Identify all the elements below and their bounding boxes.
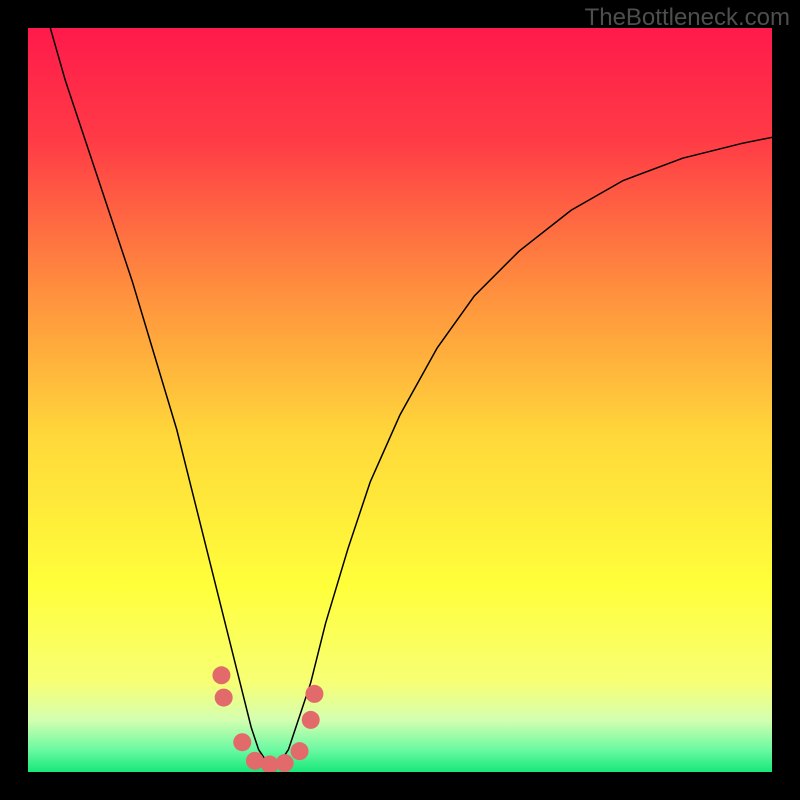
marker-dot	[233, 733, 251, 751]
marker-dot	[276, 754, 294, 772]
marker-dot	[212, 666, 230, 684]
marker-dot	[291, 742, 309, 760]
marker-dot	[215, 689, 233, 707]
marker-dot	[302, 711, 320, 729]
marker-dot	[305, 685, 323, 703]
chart-plot-area	[28, 28, 772, 772]
chart-svg	[28, 28, 772, 772]
chart-background	[28, 28, 772, 772]
outer-frame: TheBottleneck.com	[0, 0, 800, 800]
